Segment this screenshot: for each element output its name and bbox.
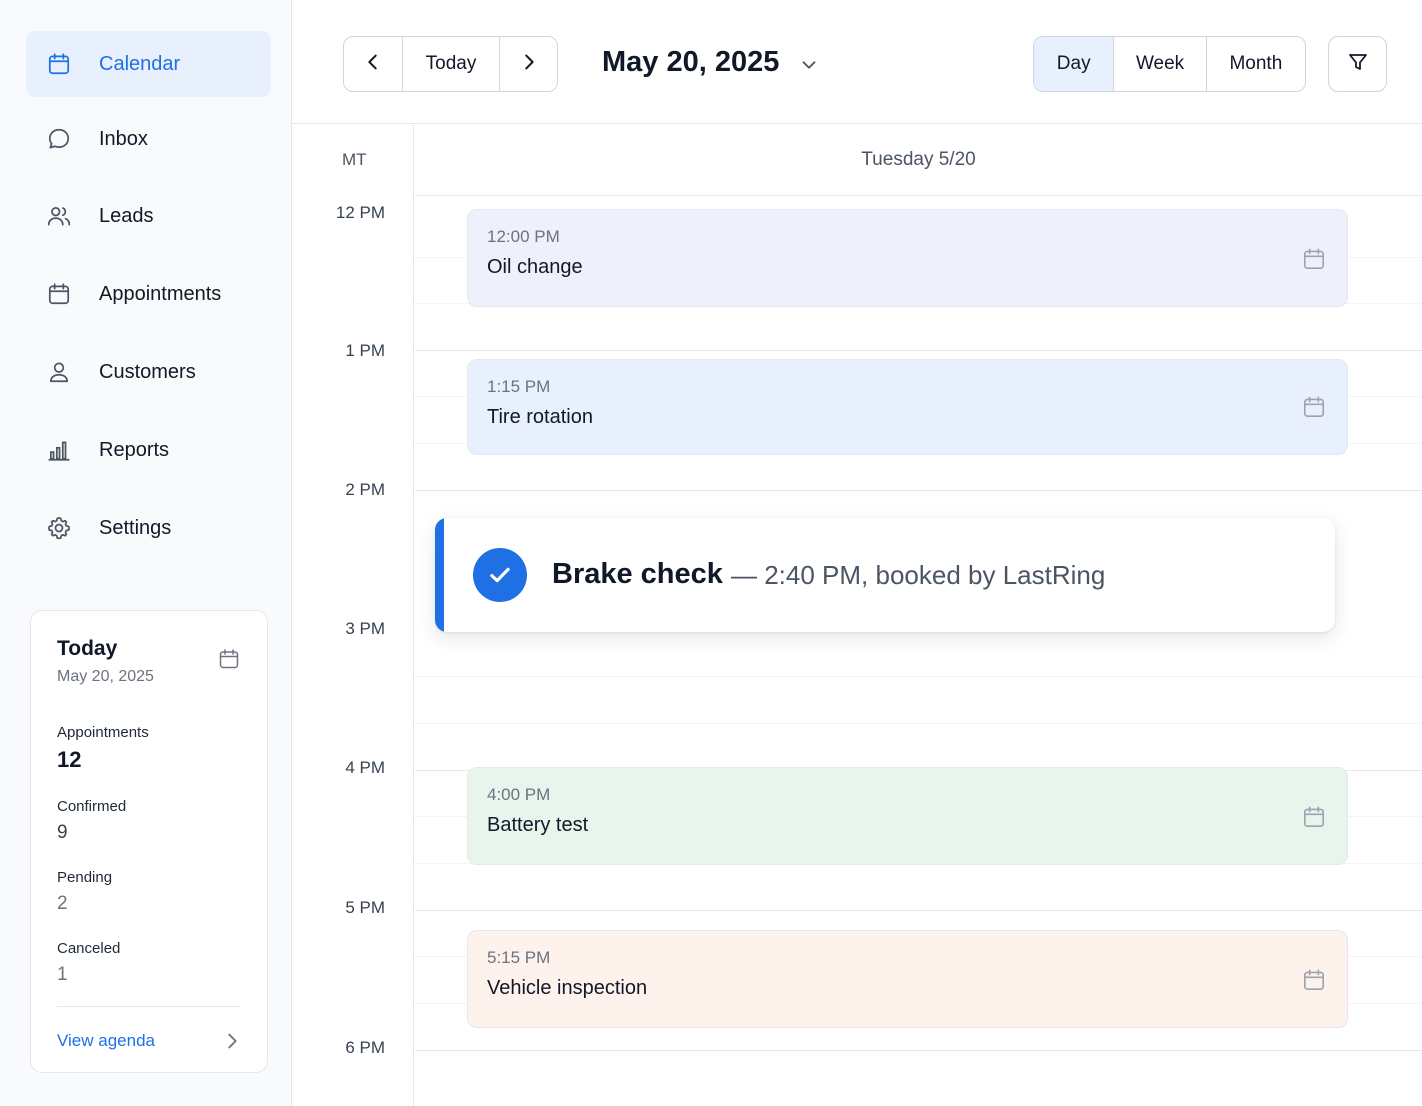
- hour-label: 2 PM: [345, 480, 385, 499]
- sidebar-item-label: Leads: [99, 204, 154, 227]
- calendar-icon: [1301, 804, 1327, 830]
- sidebar-item-label: Inbox: [99, 127, 148, 150]
- sidebar-item-label: Reports: [99, 438, 170, 461]
- hour-label: 3 PM: [345, 619, 385, 638]
- sidebar-item-label: Customers: [99, 360, 196, 383]
- stat-confirmed-label: Confirmed: [57, 798, 127, 815]
- today-card-title: Today: [57, 637, 118, 660]
- today-card-date: May 20, 2025: [57, 668, 154, 685]
- event-oil-change[interactable]: 12:00 PM Oil change: [467, 209, 1348, 307]
- hour-label: 1 PM: [345, 341, 385, 360]
- previous-day-button[interactable]: [344, 37, 402, 91]
- stat-pending-label: Pending: [57, 869, 113, 886]
- event-time: 1:15 PM: [487, 377, 551, 396]
- stat-canceled-label: Canceled: [57, 940, 121, 957]
- hour-label: 6 PM: [345, 1038, 385, 1057]
- event-vehicle-inspection[interactable]: 5:15 PM Vehicle inspection: [467, 930, 1348, 1028]
- event-title: Battery test: [487, 814, 589, 836]
- today-summary-card: Today May 20, 2025 Appointments 12 Confi…: [30, 610, 268, 1073]
- sidebar: Calendar Inbox Leads Appointments Custom…: [0, 0, 292, 1106]
- chevron-right-icon[interactable]: [221, 1030, 243, 1052]
- sidebar-item-label: Settings: [99, 516, 172, 539]
- grid-line: [415, 676, 1422, 677]
- toast-title: Brake check: [552, 558, 723, 590]
- event-battery-test[interactable]: 4:00 PM Battery test: [467, 767, 1348, 865]
- sidebar-item-reports[interactable]: Reports: [26, 417, 271, 483]
- stat-appointments-value: 12: [57, 747, 82, 772]
- chevron-down-icon[interactable]: [798, 54, 820, 76]
- calendar-toolbar: Today May 20, 2025 Day Week Month: [292, 0, 1422, 124]
- calendar-icon: [217, 647, 241, 671]
- grid-line: [415, 490, 1422, 491]
- stat-pending-value: 2: [57, 893, 68, 914]
- stat-canceled-value: 1: [57, 964, 68, 985]
- sidebar-item-label: Appointments: [99, 282, 222, 305]
- sidebar-item-appointments[interactable]: Appointments: [26, 261, 271, 327]
- view-switcher: Day Week Month: [1033, 36, 1306, 92]
- calendar-icon: [1301, 246, 1327, 272]
- grid-line: [415, 350, 1422, 351]
- filter-button[interactable]: [1328, 36, 1387, 92]
- event-tire-rotation[interactable]: 1:15 PM Tire rotation: [467, 359, 1348, 455]
- user-icon: [46, 359, 72, 385]
- hour-label: 4 PM: [345, 758, 385, 777]
- sidebar-item-customers[interactable]: Customers: [26, 339, 271, 405]
- today-button[interactable]: Today: [402, 37, 499, 91]
- next-day-button[interactable]: [499, 37, 557, 91]
- event-time: 5:15 PM: [487, 948, 551, 967]
- current-date-title[interactable]: May 20, 2025: [602, 46, 779, 79]
- hour-label: 5 PM: [345, 898, 385, 917]
- filter-icon: [1346, 50, 1370, 79]
- calendar-icon: [46, 51, 72, 77]
- chevron-right-icon: [518, 51, 540, 78]
- grid-line: [415, 910, 1422, 911]
- divider: [57, 1006, 241, 1007]
- grid-line: [415, 723, 1422, 724]
- event-time: 12:00 PM: [487, 227, 560, 246]
- bar-chart-icon: [46, 437, 72, 463]
- users-icon: [46, 203, 72, 229]
- booking-confirmation-toast[interactable]: Brake check — 2:40 PM, booked by LastRin…: [435, 518, 1335, 632]
- stat-appointments-label: Appointments: [57, 724, 149, 741]
- timezone-label: MT: [342, 150, 367, 169]
- grid-line: [415, 1050, 1422, 1051]
- sidebar-item-calendar[interactable]: Calendar: [26, 31, 271, 97]
- gear-icon: [46, 515, 72, 541]
- toast-detail: — 2:40 PM, booked by LastRing: [731, 560, 1106, 590]
- chevron-left-icon: [362, 51, 384, 78]
- event-title: Oil change: [487, 256, 583, 278]
- sidebar-item-leads[interactable]: Leads: [26, 183, 271, 249]
- time-gutter: MT 12 PM 1 PM 2 PM 3 PM 4 PM 5 PM 6 PM: [292, 125, 414, 1106]
- sidebar-item-settings[interactable]: Settings: [26, 495, 271, 561]
- view-week-button[interactable]: Week: [1113, 37, 1205, 91]
- event-title: Tire rotation: [487, 406, 593, 428]
- toast-accent-bar: [435, 518, 444, 632]
- calendar-icon: [46, 281, 72, 307]
- calendar-icon: [1301, 967, 1327, 993]
- chat-bubble-icon: [46, 126, 72, 152]
- sidebar-item-inbox[interactable]: Inbox: [26, 106, 271, 172]
- sidebar-item-label: Calendar: [99, 52, 181, 75]
- day-column-header: Tuesday 5/20: [415, 125, 1422, 196]
- calendar-icon: [1301, 394, 1327, 420]
- date-navigation: Today: [343, 36, 558, 92]
- event-time: 4:00 PM: [487, 785, 551, 804]
- view-month-button[interactable]: Month: [1205, 37, 1305, 91]
- view-day-button[interactable]: Day: [1034, 37, 1114, 91]
- stat-confirmed-value: 9: [57, 822, 68, 843]
- event-title: Vehicle inspection: [487, 977, 648, 999]
- check-circle-icon: [473, 548, 527, 602]
- hour-label: 12 PM: [335, 203, 385, 222]
- view-agenda-link[interactable]: View agenda: [57, 1031, 155, 1051]
